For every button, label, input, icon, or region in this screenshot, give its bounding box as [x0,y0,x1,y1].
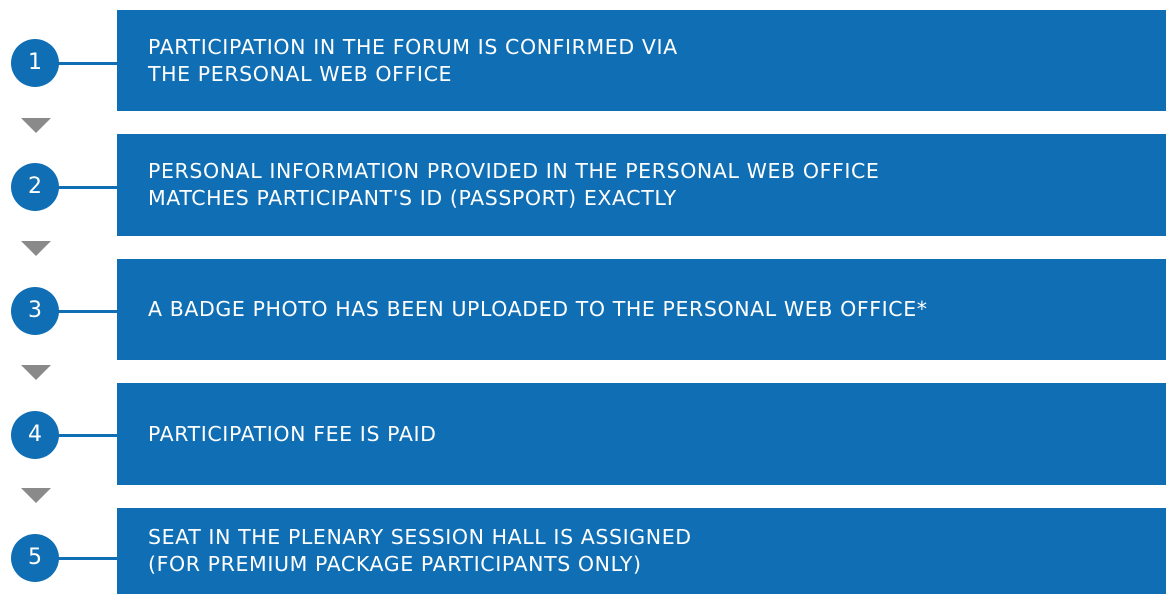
step-5-bar: SEAT IN THE PLENARY SESSION HALL IS ASSI… [117,508,1166,594]
step-2-bar: PERSONAL INFORMATION PROVIDED IN THE PER… [117,134,1166,236]
step-3-number-badge: 3 [11,287,59,335]
down-arrow-icon [21,118,51,133]
step-5-number-badge: 5 [11,534,59,582]
step-2-number-badge: 2 [11,163,59,211]
step-3-connector [50,310,120,313]
down-arrow-icon [21,241,51,256]
step-2-connector [50,186,120,189]
step-1-number-badge: 1 [11,39,59,87]
step-1-connector [50,62,120,65]
down-arrow-icon [21,488,51,503]
step-3-text: A BADGE PHOTO HAS BEEN UPLOADED TO THE P… [148,297,928,321]
step-4-number-badge: 4 [11,411,59,459]
step-2-text: PERSONAL INFORMATION PROVIDED IN THE PER… [148,159,880,210]
step-1-bar: PARTICIPATION IN THE FORUM IS CONFIRMED … [117,10,1166,111]
step-4-bar: PARTICIPATION FEE IS PAID [117,383,1166,485]
step-4-text: PARTICIPATION FEE IS PAID [148,421,437,446]
down-arrow-icon [21,365,51,380]
step-5-text: SEAT IN THE PLENARY SESSION HALL IS ASSI… [148,525,692,576]
step-4-connector [50,434,120,437]
step-3-bar: A BADGE PHOTO HAS BEEN UPLOADED TO THE P… [117,259,1166,360]
step-5-connector [50,557,120,560]
step-1-text: PARTICIPATION IN THE FORUM IS CONFIRMED … [148,34,678,86]
